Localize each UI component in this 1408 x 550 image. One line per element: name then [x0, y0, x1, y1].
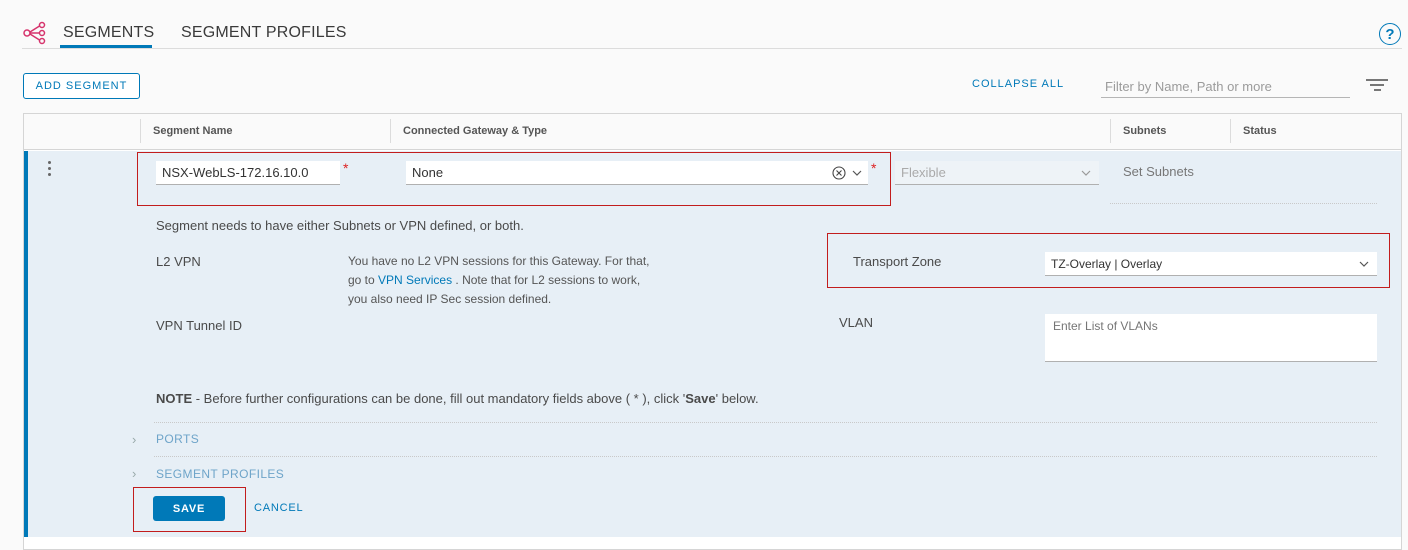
column-header-segment-name: Segment Name — [153, 125, 233, 137]
vpn-tunnel-id-label: VPN Tunnel ID — [156, 318, 242, 333]
cancel-button[interactable]: CANCEL — [254, 502, 303, 514]
column-divider — [390, 119, 391, 143]
required-marker: * — [343, 160, 349, 176]
column-divider — [140, 119, 141, 143]
column-divider — [1230, 119, 1231, 143]
chevron-right-icon[interactable]: › — [132, 432, 136, 447]
chevron-right-icon[interactable]: › — [132, 466, 136, 481]
l2vpn-label: L2 VPN — [156, 254, 201, 269]
save-button[interactable]: SAVE — [153, 496, 225, 521]
filter-input[interactable] — [1101, 76, 1350, 98]
chevron-down-icon — [1081, 170, 1091, 176]
column-header-gateway: Connected Gateway & Type — [403, 125, 548, 137]
vlan-label: VLAN — [839, 315, 873, 330]
column-header-subnets: Subnets — [1123, 125, 1167, 137]
add-segment-button[interactable]: ADD SEGMENT — [23, 73, 140, 99]
tab-segment-profiles[interactable]: SEGMENT PROFILES — [181, 24, 347, 42]
row-divider — [1110, 203, 1377, 204]
transport-zone-select[interactable]: TZ-Overlay | Overlay — [1045, 252, 1377, 276]
segments-icon — [23, 21, 46, 45]
gateway-select[interactable]: None — [406, 161, 868, 185]
tab-segments[interactable]: SEGMENTS — [63, 24, 154, 42]
chevron-down-icon[interactable] — [852, 169, 862, 177]
row-actions-icon[interactable] — [48, 161, 52, 179]
column-divider — [1110, 119, 1111, 143]
l2vpn-text-line1: You have no L2 VPN sessions for this Gat… — [348, 254, 650, 268]
column-header-status: Status — [1243, 125, 1277, 137]
gateway-type-select: Flexible — [895, 161, 1099, 185]
clear-icon[interactable] — [832, 165, 846, 180]
gateway-value: None — [412, 165, 444, 180]
l2vpn-description: You have no L2 VPN sessions for this Gat… — [348, 252, 678, 309]
segment-name-input[interactable]: NSX-WebLS-172.16.10.0 — [156, 161, 340, 185]
l2vpn-text-line2: go to VPN Services . Note that for L2 se… — [348, 273, 641, 287]
help-icon[interactable]: ? — [1379, 23, 1401, 45]
gateway-type-value: Flexible — [901, 165, 946, 180]
ports-section[interactable]: PORTS — [156, 432, 199, 446]
transport-zone-value: TZ-Overlay | Overlay — [1051, 256, 1163, 271]
segment-profiles-section[interactable]: SEGMENT PROFILES — [156, 467, 284, 481]
subnet-note: Segment needs to have either Subnets or … — [156, 218, 524, 233]
required-marker: * — [871, 160, 877, 176]
vlan-input[interactable] — [1045, 314, 1377, 362]
filter-icon[interactable] — [1366, 79, 1388, 93]
section-divider — [154, 422, 1377, 423]
section-divider — [154, 456, 1377, 457]
set-subnets-link[interactable]: Set Subnets — [1123, 164, 1194, 179]
tabs-divider — [22, 48, 1402, 49]
collapse-all-link[interactable]: COLLAPSE ALL — [972, 78, 1064, 90]
mandatory-note: NOTE - Before further configurations can… — [156, 391, 759, 406]
chevron-down-icon — [1359, 261, 1369, 267]
l2vpn-text-line3: you also need IP Sec session defined. — [348, 292, 552, 306]
transport-zone-label: Transport Zone — [853, 254, 942, 269]
vpn-services-link[interactable]: VPN Services — [378, 273, 452, 287]
